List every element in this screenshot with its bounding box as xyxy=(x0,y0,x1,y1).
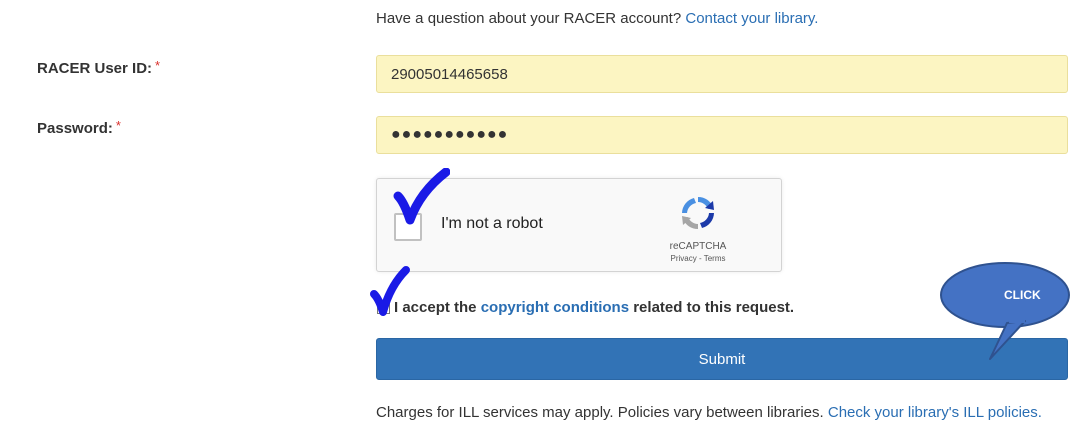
password-label: Password: * xyxy=(37,118,121,137)
copyright-acceptance-text: I accept the copyright conditions relate… xyxy=(394,299,794,316)
recaptcha-widget: I'm not a robot reCAPTCHA Privacy - Term… xyxy=(376,178,782,272)
recaptcha-terms-link[interactable]: Terms xyxy=(704,254,726,263)
password-input[interactable]: ●●●●●●●●●●● xyxy=(376,116,1068,154)
password-label-text: Password: xyxy=(37,120,113,137)
contact-library-link[interactable]: Contact your library. xyxy=(685,10,818,27)
account-help-question: Have a question about your RACER account… xyxy=(376,10,682,27)
required-marker: * xyxy=(155,58,161,73)
recaptcha-label: I'm not a robot xyxy=(441,215,543,232)
checkbox-check-icon xyxy=(378,305,389,314)
copyright-conditions-link[interactable]: copyright conditions xyxy=(481,299,629,316)
ill-charges-note: Charges for ILL services may apply. Poli… xyxy=(376,402,1068,424)
ill-policies-link[interactable]: Check your library's ILL policies. xyxy=(828,404,1042,421)
click-callout-text: CLICK xyxy=(1004,288,1041,302)
userid-label: RACER User ID: * xyxy=(37,58,161,77)
submit-button[interactable]: Submit xyxy=(376,338,1068,380)
racer-userid-input[interactable] xyxy=(376,55,1068,93)
recaptcha-logo-icon xyxy=(682,196,714,230)
copyright-suffix: related to this request. xyxy=(633,299,795,316)
ill-charges-text: Charges for ILL services may apply. Poli… xyxy=(376,404,824,421)
recaptcha-checkbox[interactable] xyxy=(394,213,422,241)
recaptcha-link-separator: - xyxy=(696,254,704,263)
recaptcha-brand: reCAPTCHA xyxy=(669,241,727,252)
account-help-text: Have a question about your RACER account… xyxy=(376,10,818,27)
password-dots: ●●●●●●●●●●● xyxy=(391,126,509,143)
recaptcha-privacy-link[interactable]: Privacy xyxy=(671,254,697,263)
userid-label-text: RACER User ID: xyxy=(37,60,153,77)
accept-copyright-checkbox[interactable] xyxy=(377,301,390,314)
required-marker: * xyxy=(115,118,121,133)
recaptcha-links: Privacy - Terms xyxy=(665,254,731,263)
copyright-prefix: I accept the xyxy=(394,299,477,316)
